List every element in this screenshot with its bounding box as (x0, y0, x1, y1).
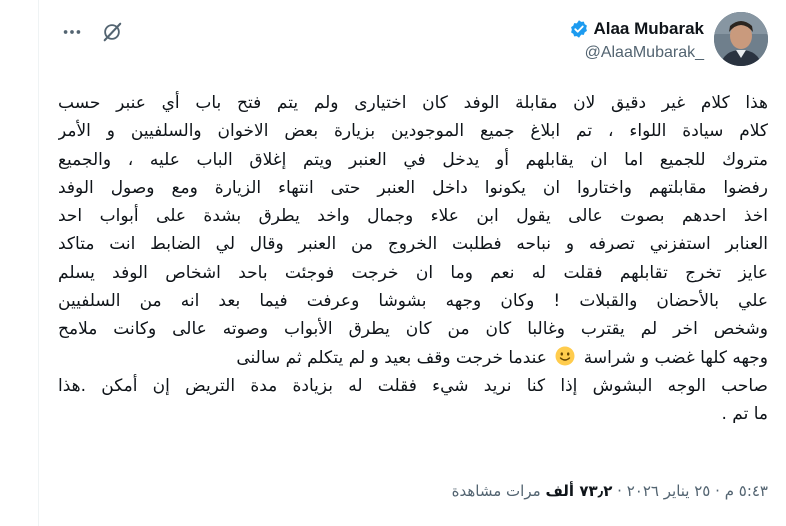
tweet-text: هذا كلام غير دقيق لان مقابلة الوفد كان ا… (58, 89, 768, 429)
author-info: Alaa Mubarak @AlaaMubarak_ (569, 18, 704, 62)
timeline-border (38, 0, 39, 526)
verified-badge-icon (569, 19, 589, 39)
tweet-text-line: علي بالأحضان والقبلات ! وكان وجهه بشوشا … (58, 291, 768, 312)
views-label: مرات مشاهدة (451, 482, 541, 500)
more-options-icon[interactable] (60, 20, 84, 44)
tweet-time[interactable]: ٥:٤٣ م (725, 482, 768, 500)
tweet-text-line: وشخص اخر لم يقترب وغالبا كان من كان يطرق… (58, 319, 768, 340)
meta-separator: · (617, 482, 622, 500)
slightly-smiling-face-icon (555, 346, 575, 366)
tweet-text-segment: وجهه كلها غضب و شراسة (583, 347, 768, 368)
header-actions (60, 20, 124, 44)
tweet-text-segment: عندما خرجت وقف بعيد و لم يتكلم ثم سالنى (236, 347, 547, 368)
views-count[interactable]: ٧٣٫٢ ألف (545, 482, 612, 500)
tweet-text-line: متروك للجميع اما ان يقابلهم أو يدخل في ا… (58, 149, 768, 170)
avatar[interactable] (714, 12, 768, 66)
tweet-text-line: العنابر استفزني تصرفه و نباحه فطلبت الخر… (58, 234, 768, 255)
author-handle[interactable]: @AlaaMubarak_ (569, 44, 704, 62)
tweet-meta: ٥:٤٣ م · ٢٥ يناير ٢٠٢٦ · ٧٣٫٢ ألف مرات م… (452, 482, 768, 500)
grok-icon[interactable] (100, 20, 124, 44)
tweet-text-line: صاحب الوجه البشوش إذا كنا نريد شيء فقلت … (58, 375, 768, 396)
display-name-row: Alaa Mubarak (569, 18, 704, 40)
meta-separator: · (715, 482, 720, 500)
tweet-text-line: عايز تخرج تقابلهم فقلت له نعم وما ان خرج… (58, 262, 768, 283)
tweet-text-line: اخذ احدهم بصوت عالى يقول ابن علاء وجمال … (58, 206, 768, 227)
tweet-text-line-with-emoji: وجهه كلها غضب و شراسة عندما خرجت وقف بعي… (58, 344, 768, 372)
display-name[interactable]: Alaa Mubarak (593, 19, 704, 39)
tweet-date[interactable]: ٢٥ يناير ٢٠٢٦ (627, 482, 711, 500)
tweet-text-line: هذا كلام غير دقيق لان مقابلة الوفد كان ا… (58, 93, 768, 113)
tweet-text-line: رفضوا مقابلتهم واختاروا ان يكونوا داخل ا… (58, 177, 768, 198)
tweet-text-line: ما تم . (721, 404, 768, 425)
tweet-header: Alaa Mubarak @AlaaMubarak_ (46, 12, 768, 72)
tweet-text-line: كلام سيادة اللواء ، تم ابلاغ جميع الموجو… (58, 121, 768, 142)
